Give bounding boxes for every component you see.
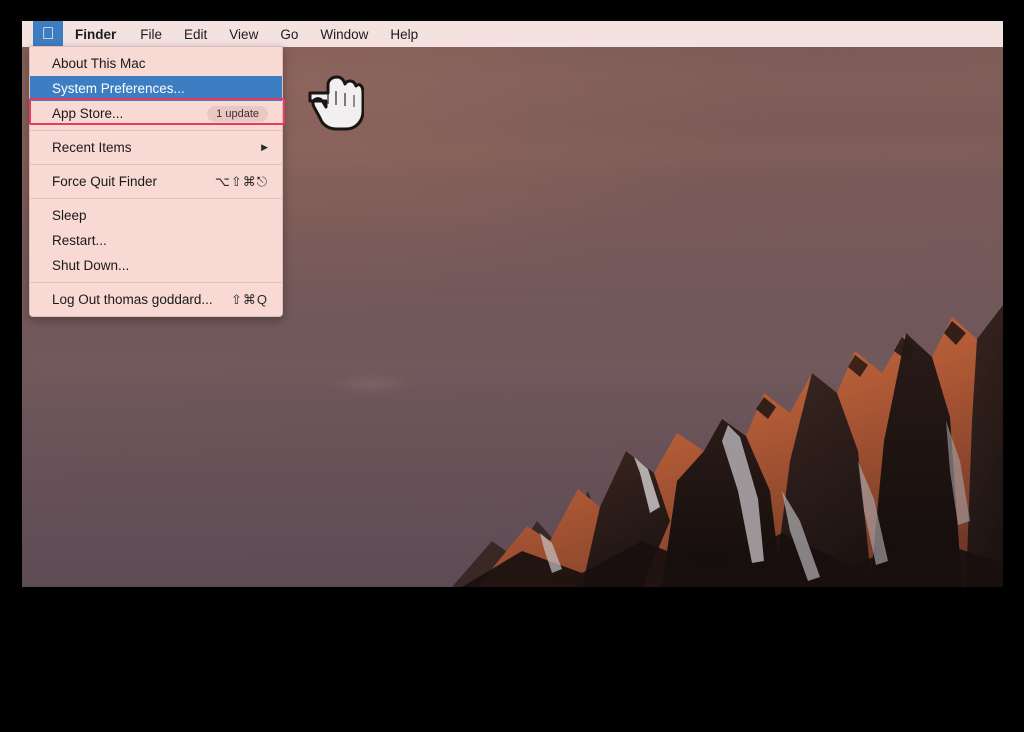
menu-item-label: About This Mac [52, 56, 146, 71]
menu-item-recent-items[interactable]: Recent Items ▶ [30, 135, 282, 160]
chevron-right-icon: ▶ [261, 142, 268, 152]
menu-item-label: Restart... [52, 233, 107, 248]
menu-bar[interactable]:  Finder File Edit View Go Window Help [22, 21, 1003, 47]
menu-item-restart[interactable]: Restart... [30, 228, 282, 253]
menubar-item-view[interactable]: View [218, 21, 269, 47]
menubar-item-file[interactable]: File [129, 21, 173, 47]
menubar-item-help[interactable]: Help [379, 21, 429, 47]
menu-item-label: App Store... [52, 106, 124, 121]
menu-separator [30, 198, 282, 199]
menu-item-label: Log Out thomas goddard... [52, 292, 213, 307]
menu-item-label: Shut Down... [52, 258, 130, 273]
menubar-item-finder[interactable]: Finder [63, 21, 129, 47]
menu-item-force-quit-finder[interactable]: Force Quit Finder ⌥⇧⌘⎋ [30, 169, 282, 194]
screen-capture:  Finder File Edit View Go Window Help A… [0, 0, 1024, 732]
menu-item-about-this-mac[interactable]: About This Mac [30, 51, 282, 76]
keyboard-shortcut: ⌥⇧⌘⎋ [214, 173, 268, 189]
menu-item-app-store[interactable]: App Store... 1 update [30, 101, 282, 126]
pointing-hand-cursor [308, 71, 365, 133]
menu-item-shut-down[interactable]: Shut Down... [30, 253, 282, 278]
menu-separator [30, 164, 282, 165]
menu-item-sleep[interactable]: Sleep [30, 203, 282, 228]
app-store-update-badge: 1 update [207, 105, 268, 122]
menu-item-log-out[interactable]: Log Out thomas goddard... ⇧⌘Q [30, 287, 282, 312]
menubar-item-edit[interactable]: Edit [173, 21, 218, 47]
apple-menu-dropdown[interactable]: About This Mac System Preferences... App… [29, 46, 285, 317]
desktop[interactable]:  Finder File Edit View Go Window Help A… [22, 21, 1003, 587]
menu-item-label: Sleep [52, 208, 87, 223]
menubar-item-window[interactable]: Window [309, 21, 379, 47]
menu-item-label: Recent Items [52, 140, 132, 155]
menubar-item-go[interactable]: Go [269, 21, 309, 47]
menu-separator [30, 282, 282, 283]
apple-menu-button[interactable]:  [33, 21, 63, 47]
menu-separator [30, 130, 282, 131]
apple-logo-icon:  [42, 25, 55, 42]
menu-item-system-preferences[interactable]: System Preferences... [30, 76, 282, 101]
menu-item-label: Force Quit Finder [52, 174, 158, 189]
menu-item-label: System Preferences... [52, 81, 185, 96]
keyboard-shortcut: ⇧⌘Q [230, 291, 268, 307]
